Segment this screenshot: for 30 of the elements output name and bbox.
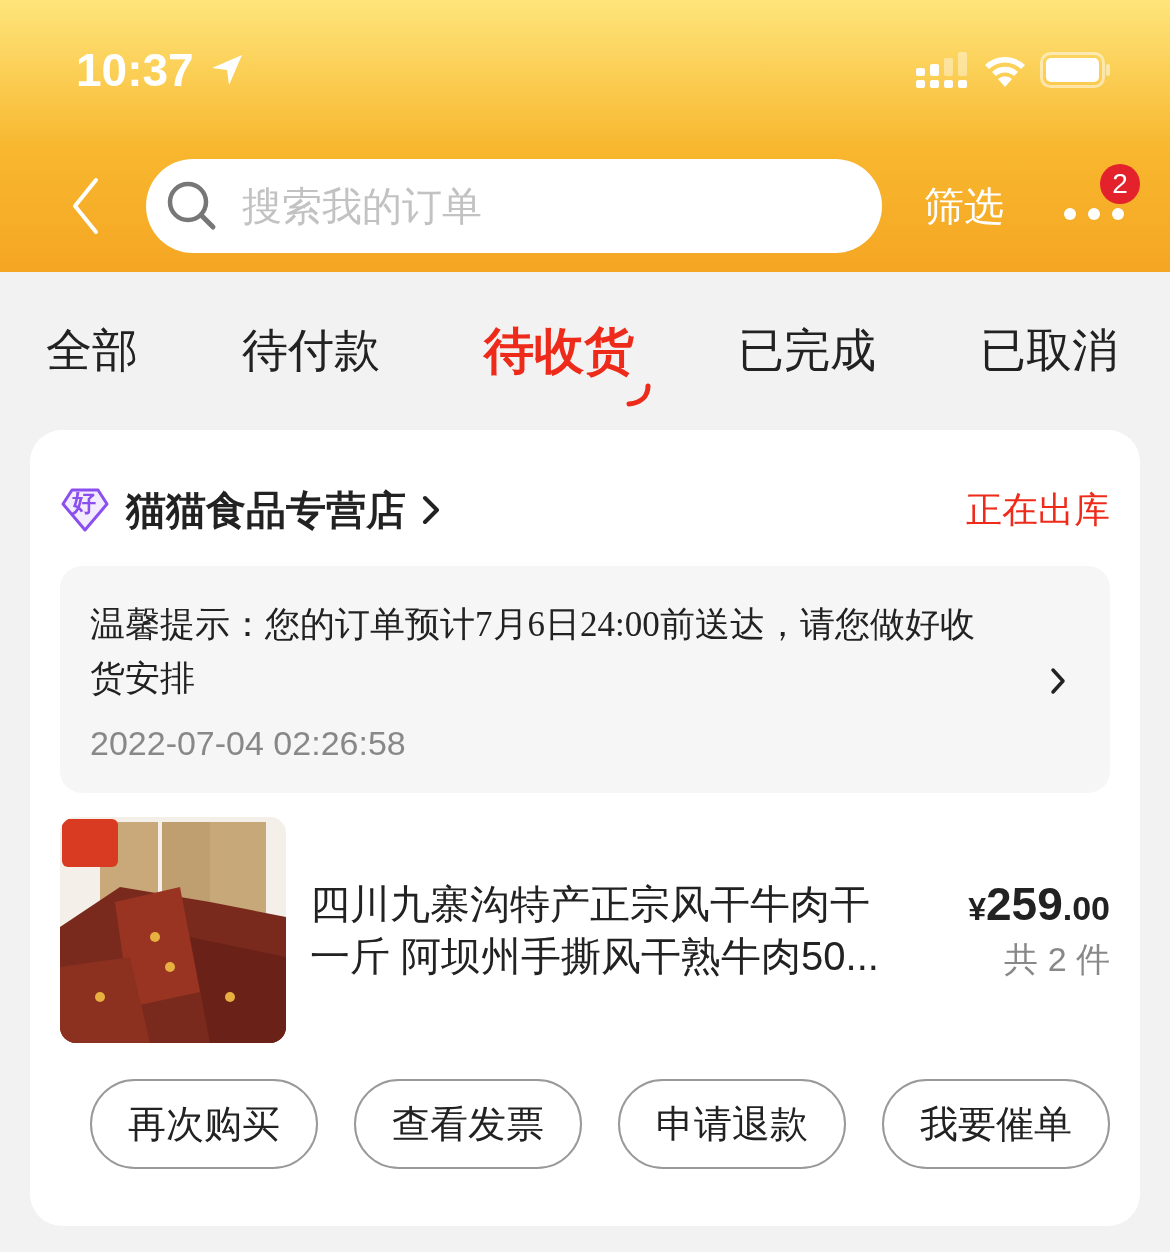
store-badge-icon	[60, 487, 110, 533]
notice-time: 2022-07-04 02:26:58	[90, 724, 407, 763]
order-action-button[interactable]: 再次购买	[90, 1079, 318, 1169]
order-action-button[interactable]: 我要催单	[882, 1079, 1110, 1169]
notice-text: 温馨提示：您的订单预计7月6日24:00前送达，请您做好收货安排	[90, 604, 976, 700]
back-icon[interactable]	[70, 177, 100, 235]
tab-indicator-icon	[626, 382, 652, 407]
item-count: 共 2 件	[1004, 939, 1110, 980]
status-time: 10:37	[76, 43, 194, 97]
search-icon	[166, 180, 218, 232]
chevron-right-icon	[1050, 666, 1066, 695]
store-badge-label: 好	[72, 488, 96, 518]
order-tab[interactable]: 待付款	[242, 320, 380, 382]
order-tab[interactable]: 已取消	[980, 320, 1118, 382]
order-tab[interactable]: 全部	[46, 320, 138, 382]
chevron-right-icon[interactable]	[422, 495, 440, 525]
product-title[interactable]: 四川九寨沟特产正宗风干牛肉干一斤 阿坝州手撕风干熟牛肉50...	[310, 878, 882, 982]
order-tab[interactable]: 待收货	[484, 295, 652, 407]
store-name[interactable]: 猫猫食品专营店	[126, 482, 406, 538]
battery-icon	[1040, 52, 1112, 88]
notification-badge: 2	[1100, 164, 1140, 204]
more-icon[interactable]	[1062, 206, 1126, 222]
signal-icon	[916, 52, 970, 88]
order-tab[interactable]: 已完成	[738, 320, 876, 382]
search-field[interactable]: 搜索我的订单	[146, 159, 882, 253]
order-action-button[interactable]: 申请退款	[618, 1079, 846, 1169]
delivery-notice[interactable]: 温馨提示：您的订单预计7月6日24:00前送达，请您做好收货安排 2022-07-04 02:26:58	[60, 566, 1110, 793]
order-action-button[interactable]: 查看发票	[354, 1079, 582, 1169]
product-price: ¥259.00	[968, 877, 1110, 931]
order-status: 正在出库	[966, 487, 1110, 532]
